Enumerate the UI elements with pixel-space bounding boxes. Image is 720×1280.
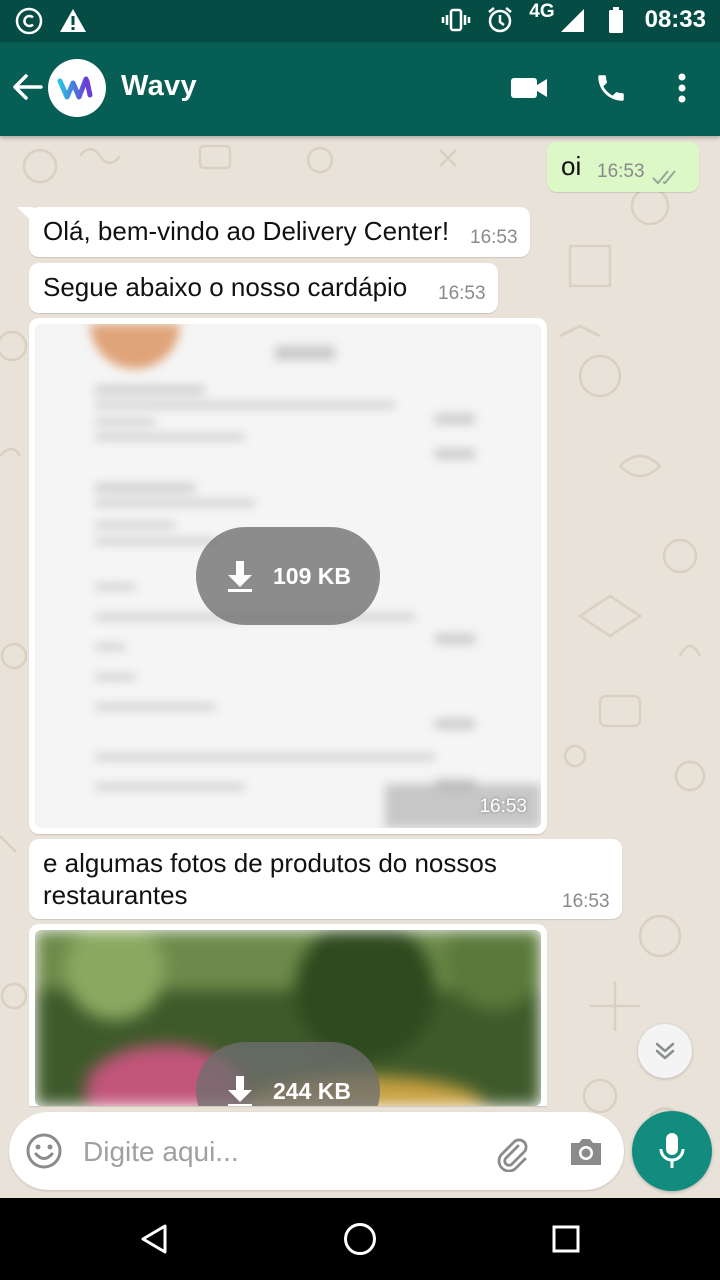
- blurred-menu-image: 109 KB 16:53: [35, 324, 541, 828]
- message-time: 16:53: [597, 161, 645, 182]
- clock: 08:33: [644, 6, 706, 33]
- video-call-icon[interactable]: [509, 68, 549, 108]
- scroll-to-bottom-button[interactable]: [638, 1024, 692, 1078]
- download-icon: [228, 1076, 252, 1106]
- alarm-icon: [485, 5, 515, 35]
- home-nav-icon[interactable]: [340, 1219, 380, 1259]
- camera-icon[interactable]: [566, 1132, 606, 1172]
- double-chevron-down-icon: [655, 1042, 675, 1060]
- message-bubble-outgoing[interactable]: oi 16:53: [547, 142, 699, 192]
- warning-icon: [58, 6, 88, 36]
- network-type: 4G: [529, 1, 555, 22]
- message-time: 16:53: [438, 283, 486, 304]
- message-text-line-2: restaurantes: [43, 880, 188, 910]
- blurred-food-image: 244 KB: [35, 930, 541, 1106]
- image-message[interactable]: 244 KB: [29, 924, 547, 1106]
- recents-nav-icon[interactable]: [546, 1219, 586, 1259]
- message-bubble-incoming[interactable]: Olá, bem-vindo ao Delivery Center! 16:53: [29, 207, 530, 257]
- voice-message-button[interactable]: [632, 1111, 712, 1191]
- message-text-line-1: e algumas fotos de produtos do nossos: [43, 848, 497, 878]
- download-size: 244 KB: [273, 1077, 351, 1104]
- download-size: 109 KB: [273, 562, 351, 589]
- message-composer: [9, 1112, 624, 1190]
- image-message[interactable]: 109 KB 16:53: [29, 318, 547, 834]
- battery-icon: [601, 5, 631, 35]
- voice-call-icon[interactable]: [591, 68, 631, 108]
- message-bubble-incoming[interactable]: e algumas fotos de produtos do nossos re…: [29, 839, 622, 919]
- wavy-logo-icon: [57, 76, 93, 100]
- message-text: oi: [561, 151, 582, 181]
- system-nav-bar: [0, 1198, 720, 1280]
- microphone-icon: [659, 1133, 685, 1168]
- message-time: 16:53: [479, 796, 527, 817]
- message-input[interactable]: [81, 1130, 465, 1174]
- download-button[interactable]: 244 KB: [196, 1042, 380, 1106]
- contact-name[interactable]: Wavy: [121, 70, 197, 103]
- double-check-icon: [651, 162, 679, 193]
- download-icon: [228, 561, 252, 592]
- status-bar: 4G 08:33: [0, 0, 720, 42]
- back-arrow-icon[interactable]: [10, 70, 44, 104]
- message-text: Segue abaixo o nosso cardápio: [43, 272, 408, 302]
- attach-icon[interactable]: [491, 1132, 531, 1173]
- bubble-tail: [17, 207, 33, 223]
- signal-icon: [557, 5, 587, 35]
- vibrate-icon: [441, 5, 471, 35]
- download-button[interactable]: 109 KB: [196, 527, 380, 625]
- back-nav-icon[interactable]: [134, 1219, 174, 1259]
- chat-header: Wavy: [0, 42, 720, 136]
- contact-avatar[interactable]: [48, 59, 106, 117]
- copyright-icon: [14, 6, 44, 36]
- message-text: Olá, bem-vindo ao Delivery Center!: [43, 216, 450, 246]
- more-options-icon[interactable]: [662, 68, 702, 108]
- message-bubble-incoming[interactable]: Segue abaixo o nosso cardápio 16:53: [29, 263, 498, 313]
- message-time: 16:53: [562, 891, 610, 912]
- message-time: 16:53: [470, 227, 518, 248]
- emoji-icon[interactable]: [25, 1132, 63, 1170]
